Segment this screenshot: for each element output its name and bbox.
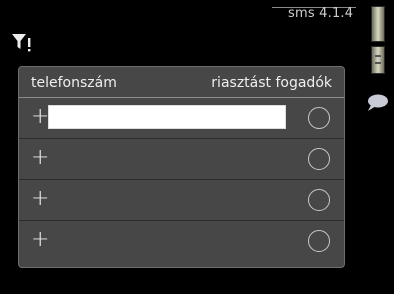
add-row-icon[interactable]: + xyxy=(31,106,49,128)
table-row: + xyxy=(19,221,344,261)
alarm-receiver-radio[interactable] xyxy=(308,148,330,170)
alarm-receiver-radio[interactable] xyxy=(308,189,330,211)
scrollbar-track[interactable] xyxy=(371,6,385,42)
phone-number-input[interactable] xyxy=(48,105,286,129)
table-header: telefonszám riasztást fogadók xyxy=(19,67,344,98)
table-row: + xyxy=(19,139,344,180)
filter-icon xyxy=(12,34,31,52)
help-bubble-icon[interactable] xyxy=(366,93,390,113)
column-phone-number: telefonszám xyxy=(31,75,117,91)
alarm-receiver-radio[interactable] xyxy=(308,107,330,129)
alarm-receiver-radio[interactable] xyxy=(308,230,330,252)
add-row-icon[interactable]: + xyxy=(31,188,49,210)
add-row-icon[interactable]: + xyxy=(31,147,49,169)
scrollbar-thumb[interactable] xyxy=(371,46,385,74)
menu-code-label: sms 4.1.4 xyxy=(288,6,354,21)
add-row-icon[interactable]: + xyxy=(31,229,49,251)
sms-settings-screen: sms 4.1.4 telefonszám riasztást fogadók … xyxy=(0,0,394,294)
recipients-table: telefonszám riasztást fogadók + + + + xyxy=(18,66,345,268)
table-row: + xyxy=(19,98,344,139)
table-row: + xyxy=(19,180,344,221)
column-receives-alarm: riasztást fogadók xyxy=(211,75,332,91)
